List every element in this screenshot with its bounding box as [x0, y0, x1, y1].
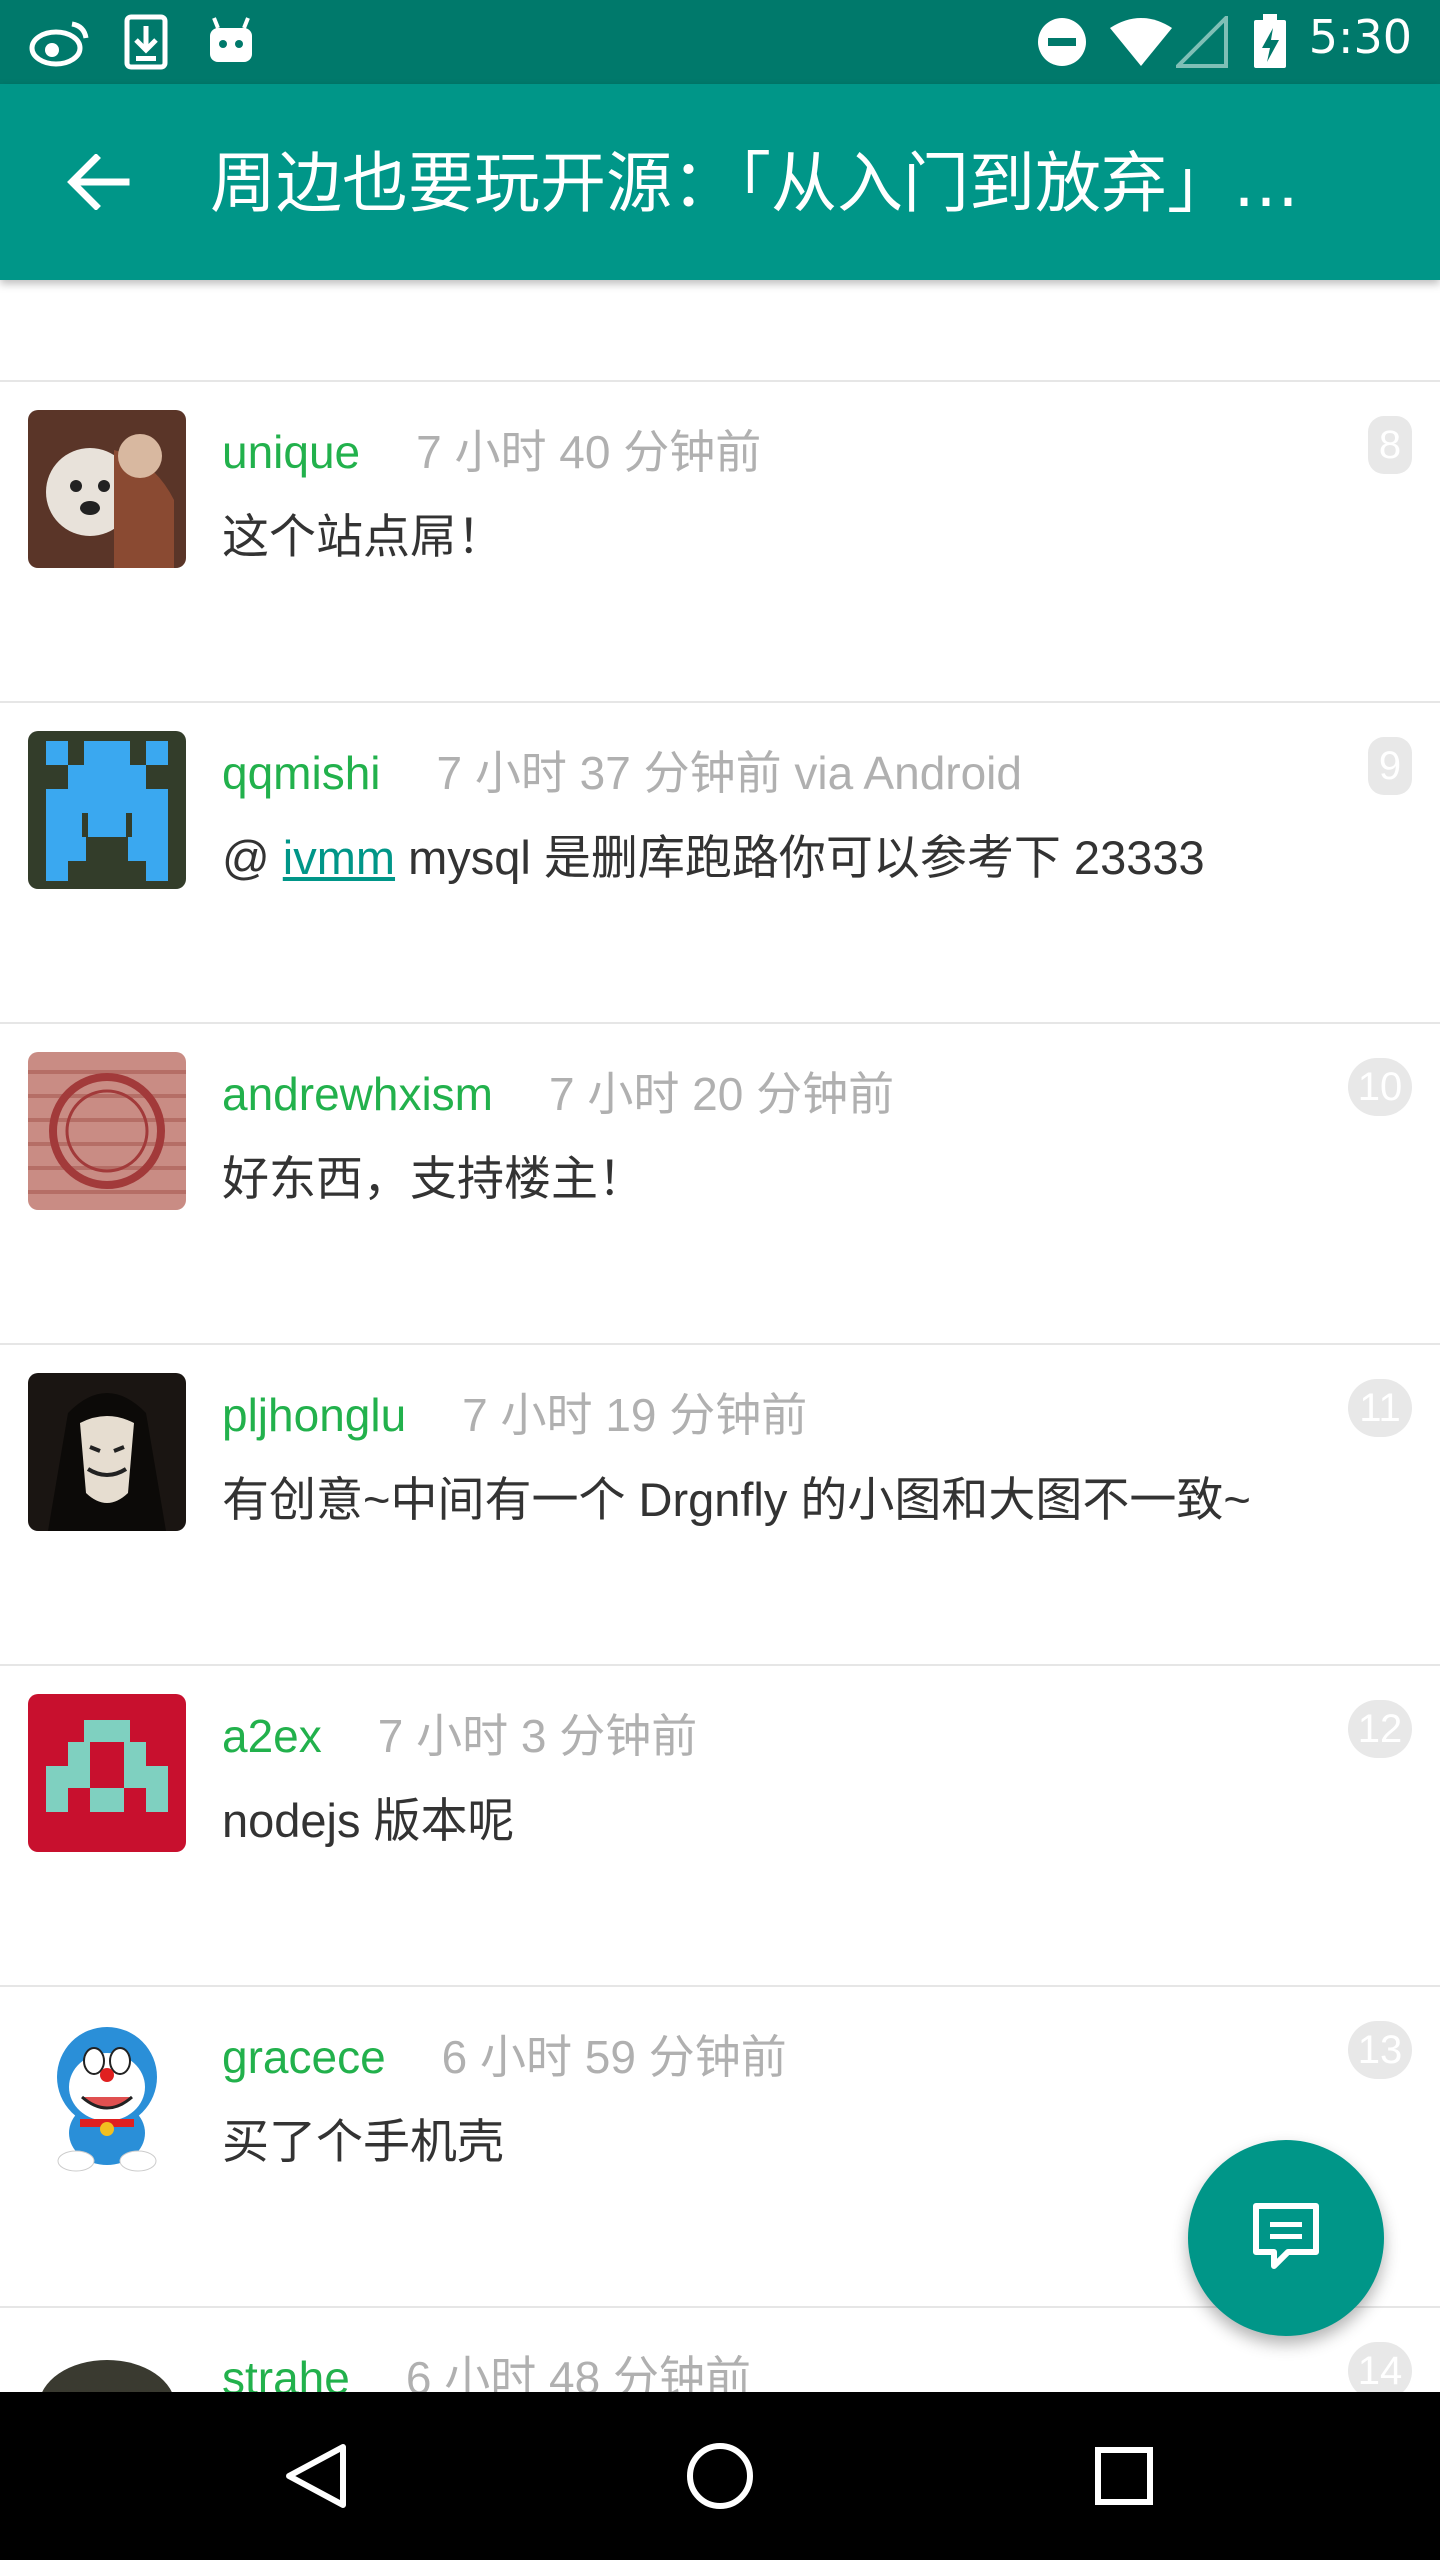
home-circle-icon	[687, 2443, 753, 2509]
reply-content: nodejs 版本呢	[222, 1794, 515, 1847]
avatar[interactable]	[28, 410, 186, 568]
avatar[interactable]	[28, 2336, 186, 2392]
app-toolbar: 周边也要玩开源：「从入门到放弃」…	[0, 84, 1440, 280]
reply-time: 7 小时 37 分钟前 via Android	[436, 747, 1022, 799]
recents-square-icon	[1095, 2447, 1153, 2505]
reply-header: strahe 6 小时 48 分钟前	[222, 2342, 751, 2392]
avatar[interactable]	[28, 2015, 186, 2173]
reply-content: 有创意~中间有一个 Drgnfly 的小图和大图不一致~	[222, 1473, 1251, 1526]
weibo-icon	[28, 14, 92, 70]
floor-badge: 10	[1348, 1058, 1412, 1116]
avatar[interactable]	[28, 1052, 186, 1210]
reply-content: 这个站点屌！	[222, 510, 504, 563]
username[interactable]: unique	[222, 426, 360, 478]
mention-link[interactable]: ivmm	[283, 831, 395, 884]
nav-back-button[interactable]	[266, 2426, 366, 2526]
arrow-back-icon	[67, 154, 130, 210]
android-icon	[206, 14, 256, 70]
avatar[interactable]	[28, 731, 186, 889]
avatar[interactable]	[28, 1694, 186, 1852]
wifi-icon	[1108, 14, 1174, 70]
back-button[interactable]	[60, 144, 136, 220]
floor-badge: 8	[1368, 416, 1412, 474]
reply-item[interactable]: andrewhxism 7 小时 20 分钟前 好东西，支持楼主！ 10	[0, 1022, 1440, 1343]
reply-header: pljhonglu 7 小时 19 分钟前	[222, 1379, 807, 1445]
back-triangle-icon	[286, 2444, 346, 2508]
clock: 5:30	[1308, 10, 1412, 64]
mention-prefix: @	[222, 831, 283, 884]
floor-badge: 12	[1348, 1700, 1412, 1758]
reply-text: mysql 是删库跑路你可以参考下 23333	[395, 831, 1205, 884]
nav-recents-button[interactable]	[1074, 2426, 1174, 2526]
reply-header: andrewhxism 7 小时 20 分钟前	[222, 1058, 894, 1124]
reply-content: @ ivmm mysql 是删库跑路你可以参考下 23333	[222, 819, 1205, 888]
reply-content: 好东西，支持楼主！	[222, 1152, 645, 1205]
reply-time: 7 小时 19 分钟前	[462, 1389, 808, 1441]
avatar[interactable]	[28, 1373, 186, 1531]
do-not-disturb-icon	[1036, 14, 1088, 70]
reply-item[interactable]: pljhonglu 7 小时 19 分钟前 有创意~中间有一个 Drgnfly 的…	[0, 1343, 1440, 1664]
username[interactable]: pljhonglu	[222, 1389, 406, 1441]
floor-badge: 9	[1368, 737, 1412, 795]
reply-item[interactable]: unique 7 小时 40 分钟前 这个站点屌！ 8	[0, 380, 1440, 701]
reply-header: unique 7 小时 40 分钟前	[222, 416, 761, 482]
reply-fab-button[interactable]	[1188, 2140, 1384, 2336]
reply-item[interactable]: a2ex 7 小时 3 分钟前 nodejs 版本呢 12	[0, 1664, 1440, 1985]
username[interactable]: andrewhxism	[222, 1068, 493, 1120]
reply-header: qqmishi 7 小时 37 分钟前 via Android	[222, 737, 1022, 803]
username[interactable]: gracece	[222, 2031, 386, 2083]
page-title: 周边也要玩开源：「从入门到放弃」…	[210, 145, 1299, 222]
nav-home-button[interactable]	[670, 2426, 770, 2526]
status-bar: 5:30	[0, 0, 1440, 84]
floor-badge: 13	[1348, 2021, 1412, 2079]
reply-item[interactable]: qqmishi 7 小时 37 分钟前 via Android @ ivmm my…	[0, 701, 1440, 1022]
username[interactable]: a2ex	[222, 1710, 322, 1762]
reply-list[interactable]: unique 7 小时 40 分钟前 这个站点屌！ 8 qqmishi 7 小时 3…	[0, 280, 1440, 2392]
username[interactable]: qqmishi	[222, 747, 381, 799]
system-nav-bar	[0, 2392, 1440, 2560]
floor-badge: 14	[1348, 2342, 1412, 2392]
reply-time: 7 小时 20 分钟前	[549, 1068, 895, 1120]
reply-time: 7 小时 40 分钟前	[416, 426, 762, 478]
battery-charging-icon	[1252, 14, 1288, 70]
reply-time: 6 小时 59 分钟前	[441, 2031, 787, 2083]
reply-time: 6 小时 48 分钟前	[405, 2352, 751, 2392]
signal-icon	[1176, 14, 1228, 70]
floor-badge: 11	[1348, 1379, 1412, 1437]
reply-time: 7 小时 3 分钟前	[377, 1710, 698, 1762]
reply-item[interactable]: strahe 6 小时 48 分钟前 14	[0, 2306, 1440, 2392]
reply-header: a2ex 7 小时 3 分钟前	[222, 1700, 697, 1766]
download-icon	[124, 14, 168, 70]
reply-header: gracece 6 小时 59 分钟前	[222, 2021, 787, 2087]
comment-icon	[1253, 2203, 1319, 2269]
username[interactable]: strahe	[222, 2352, 350, 2392]
reply-content: 买了个手机壳	[222, 2115, 504, 2168]
